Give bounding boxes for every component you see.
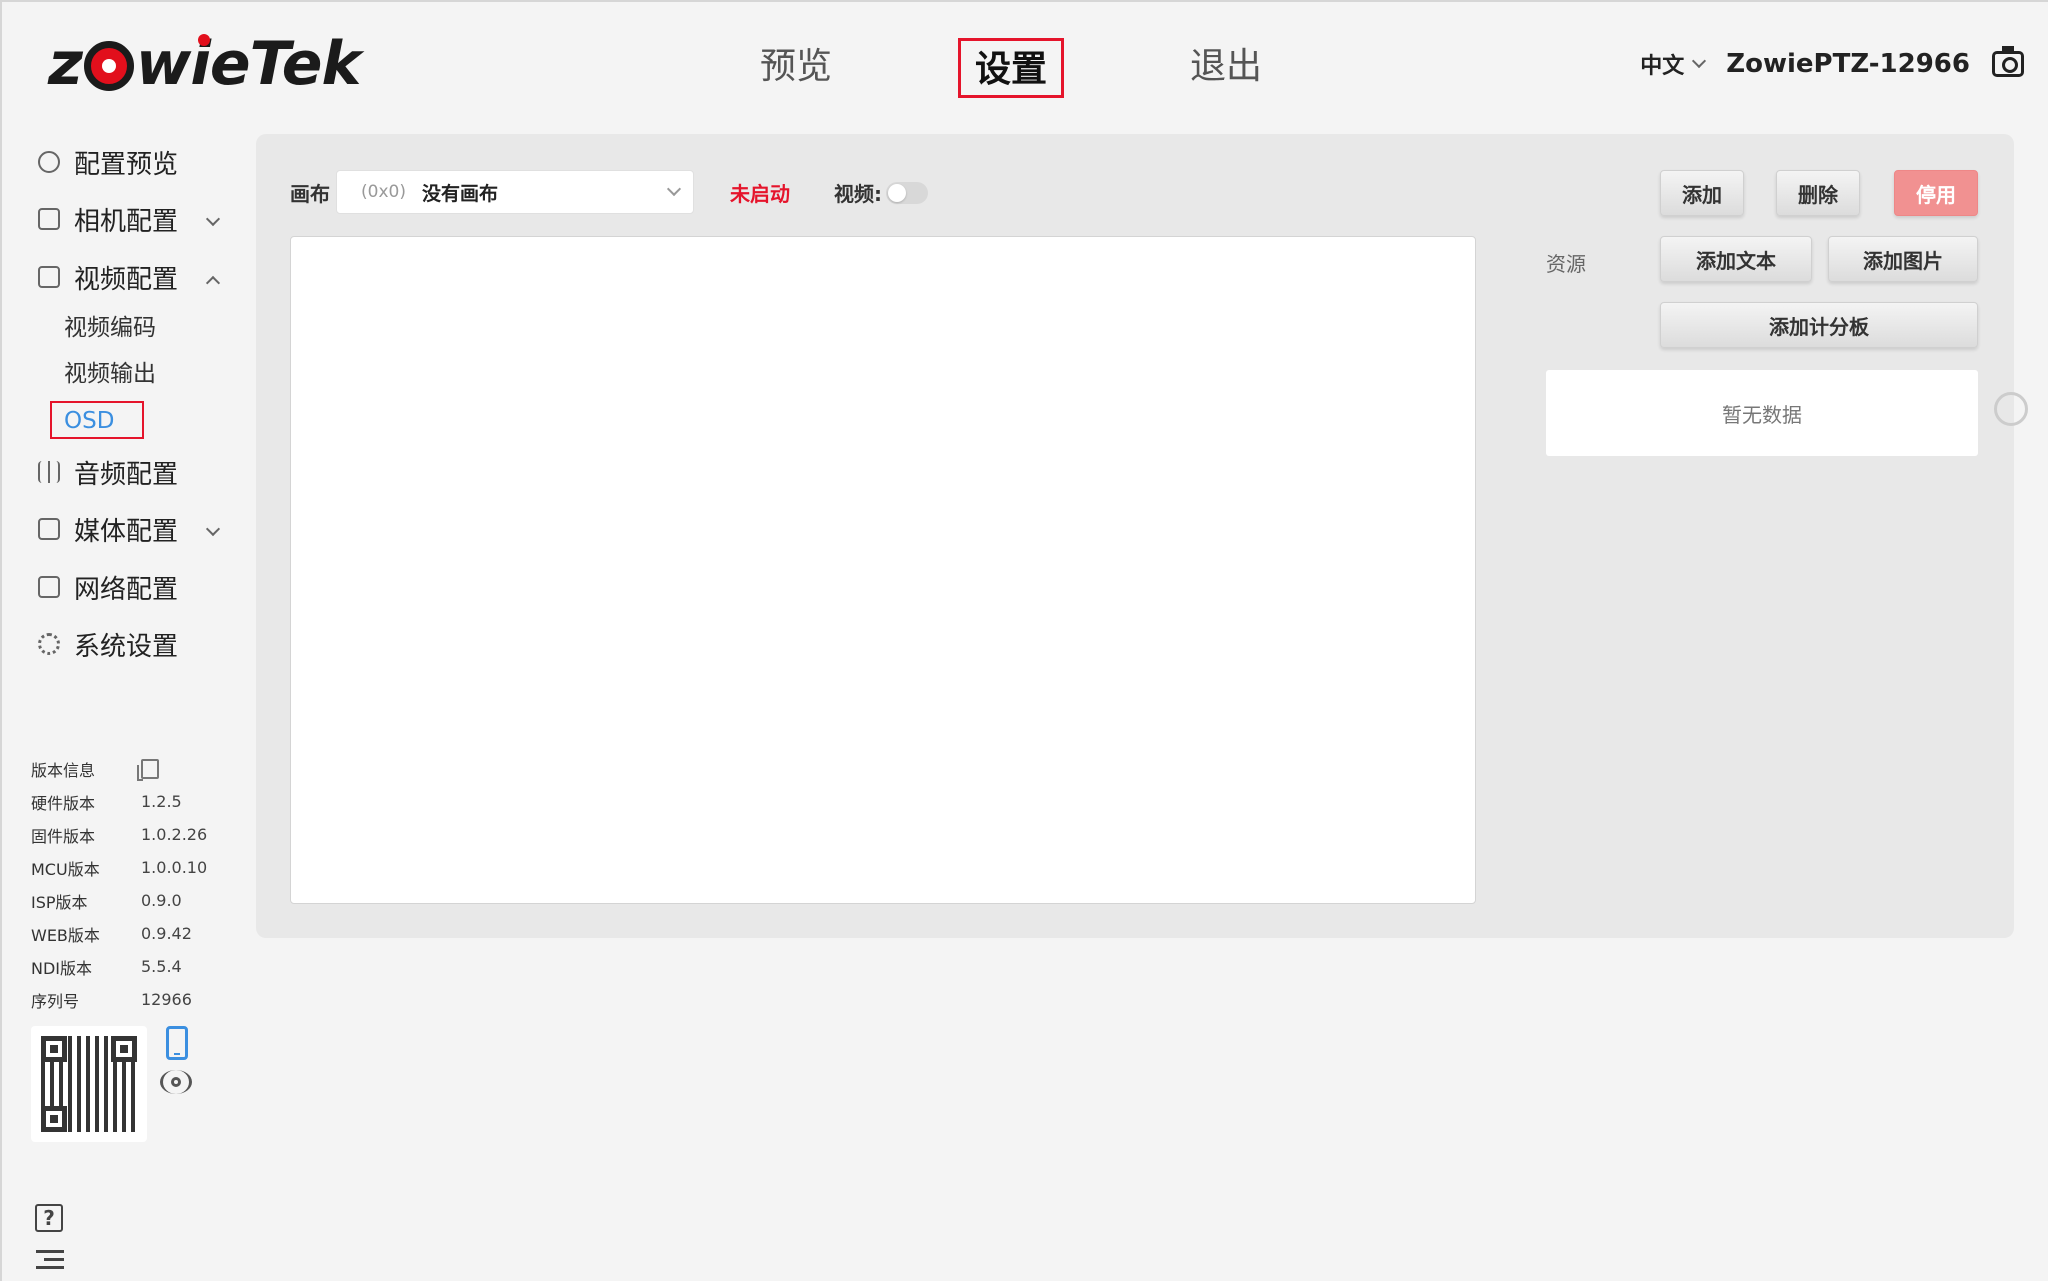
empty-message: 暂无数据: [1722, 402, 1802, 427]
delete-button[interactable]: 删除: [1776, 170, 1860, 216]
add-image-button[interactable]: 添加图片: [1828, 236, 1978, 282]
version-value: 1.2.5: [141, 792, 182, 811]
nav-settings[interactable]: 设置: [958, 38, 1065, 98]
language-select[interactable]: 中文: [1640, 48, 1707, 80]
gauge-icon: [38, 151, 60, 173]
video-toggle[interactable]: [886, 182, 928, 204]
qr-code-pattern: [41, 1036, 137, 1132]
sidebar-sub-video-encoding[interactable]: 视频编码: [64, 310, 156, 346]
version-value: 12966: [141, 990, 192, 1009]
collapse-menu-icon[interactable]: [36, 1250, 64, 1272]
version-row: 序列号 12966: [31, 983, 231, 1016]
sidebar-item-media-config[interactable]: 媒体配置: [38, 507, 228, 551]
version-row: 硬件版本 1.2.5: [31, 785, 231, 818]
version-row: MCU版本 1.0.0.10: [31, 851, 231, 884]
sidebar-item-label: 系统设置: [74, 631, 179, 662]
add-button[interactable]: 添加: [1660, 170, 1744, 216]
sidebar-item-config-preview[interactable]: 配置预览: [38, 140, 228, 184]
network-icon: [38, 576, 60, 598]
version-key: 序列号: [31, 991, 80, 1011]
version-key: MCU版本: [31, 859, 100, 879]
sidebar-item-video-config[interactable]: 视频配置: [38, 255, 228, 299]
version-value: 0.9.0: [141, 891, 182, 910]
chevron-up-icon: [205, 262, 221, 292]
version-key: 固件版本: [31, 826, 96, 846]
sidebar-item-network-config[interactable]: 网络配置: [38, 565, 228, 609]
sidebar-item-audio-config[interactable]: 音频配置: [38, 450, 228, 494]
floating-circle-icon[interactable]: [1994, 392, 2028, 426]
resource-list: 暂无数据: [1546, 370, 1978, 456]
copy-icon[interactable]: [137, 758, 159, 781]
disable-button[interactable]: 停用: [1894, 170, 1978, 216]
version-info: 版本信息 硬件版本 1.2.5 固件版本 1.0.2.26 MCU版本 1.0.0.1…: [31, 752, 231, 1016]
add-scoreboard-button[interactable]: 添加计分板: [1660, 302, 1978, 348]
status-badge: 未启动: [730, 182, 790, 206]
version-title: 版本信息: [31, 760, 96, 780]
version-key: 硬件版本: [31, 793, 96, 813]
broadcast-icon[interactable]: [160, 1070, 194, 1096]
resource-label: 资源: [1546, 252, 1586, 276]
chevron-down-icon: [205, 514, 221, 544]
version-value: 1.0.2.26: [141, 825, 208, 844]
chevron-down-icon: [1692, 53, 1707, 69]
version-row: WEB版本 0.9.42: [31, 917, 231, 950]
nav-logout[interactable]: 退出: [1190, 38, 1262, 98]
header-right: 中文 ZowiePTZ-12966: [1640, 46, 2024, 80]
language-label: 中文: [1640, 54, 1685, 79]
version-key: NDI版本: [31, 958, 93, 978]
camera-icon[interactable]: [1992, 46, 2024, 77]
sidebar-item-label: 网络配置: [74, 574, 179, 605]
version-row: 固件版本 1.0.2.26: [31, 818, 231, 851]
qr-code: [31, 1026, 147, 1142]
sidebar-item-label: 音频配置: [74, 459, 179, 490]
help-icon[interactable]: ?: [35, 1204, 63, 1232]
sidebar-item-label: 配置预览: [74, 149, 179, 180]
canvas-select[interactable]: (0x0) 没有画布: [336, 170, 694, 214]
version-value: 5.5.4: [141, 957, 182, 976]
canvas-size: (0x0): [361, 182, 406, 202]
film-icon: [38, 266, 60, 288]
video-label: 视频:: [834, 182, 882, 206]
qr-finder: [41, 1106, 67, 1132]
osd-canvas[interactable]: [290, 236, 1476, 904]
version-row: ISP版本 0.9.0: [31, 884, 231, 917]
media-icon: [38, 518, 60, 540]
add-text-button[interactable]: 添加文本: [1660, 236, 1812, 282]
phone-icon[interactable]: [166, 1026, 188, 1060]
sidebar-sub-video-output[interactable]: 视频输出: [64, 356, 156, 392]
canvas-label: 画布: [290, 182, 330, 206]
version-title-row: 版本信息: [31, 752, 231, 785]
sidebar-item-label: 相机配置: [74, 206, 179, 237]
gear-icon: [38, 633, 60, 655]
osd-panel: 画布 (0x0) 没有画布 未启动 视频: 添加 删除 停用 资源 添加文本 添…: [256, 134, 2028, 938]
qr-finder: [111, 1036, 137, 1062]
version-value: 0.9.42: [141, 924, 192, 943]
version-row: NDI版本 5.5.4: [31, 950, 231, 983]
sidebar-item-label: 媒体配置: [74, 516, 179, 547]
version-key: WEB版本: [31, 925, 100, 945]
canvas-value: 没有画布: [421, 182, 498, 205]
chevron-down-icon: [666, 181, 682, 197]
nav-preview[interactable]: 预览: [760, 38, 832, 98]
version-key: ISP版本: [31, 892, 88, 912]
sidebar-sub-osd[interactable]: OSD: [50, 401, 144, 439]
chevron-down-icon: [205, 204, 221, 234]
sliders-icon: [38, 461, 60, 483]
device-name: ZowiePTZ-12966: [1726, 49, 1970, 79]
sidebar-item-camera-config[interactable]: 相机配置: [38, 197, 228, 241]
sidebar-item-system-settings[interactable]: 系统设置: [38, 622, 228, 666]
camera-icon: [38, 208, 60, 230]
version-value: 1.0.0.10: [141, 858, 208, 877]
sidebar-item-label: 视频配置: [74, 264, 179, 295]
qr-finder: [41, 1036, 67, 1062]
